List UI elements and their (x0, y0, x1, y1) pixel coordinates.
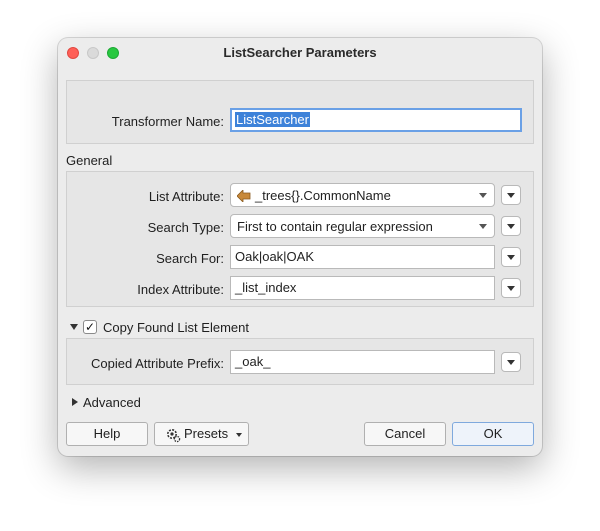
window-title: ListSearcher Parameters (223, 45, 377, 60)
copied-prefix-menu-button[interactable] (501, 352, 521, 372)
index-attribute-menu-button[interactable] (501, 278, 521, 298)
list-attribute-menu-button[interactable] (501, 185, 521, 205)
chevron-down-icon (507, 360, 515, 365)
list-attribute-label: List Attribute: (148, 189, 224, 204)
search-type-dropdown[interactable]: First to contain regular expression (230, 214, 495, 238)
chevron-down-icon (479, 224, 487, 229)
copy-found-checkbox[interactable]: ✓ (83, 320, 97, 334)
transformer-name-label: Transformer Name: (111, 114, 224, 129)
index-attribute-input[interactable]: _list_index (230, 276, 495, 300)
copy-found-label[interactable]: Copy Found List Element (103, 320, 249, 335)
presets-label: Presets (184, 426, 229, 441)
search-type-label: Search Type: (147, 220, 224, 235)
search-for-menu-button[interactable] (501, 247, 521, 267)
list-attribute-value: _trees{}.CommonName (255, 188, 391, 203)
list-attribute-dropdown[interactable]: _trees{}.CommonName (230, 183, 495, 207)
chevron-down-icon (507, 193, 515, 198)
general-section-label: General (66, 153, 113, 168)
search-for-input[interactable]: Oak|oak|OAK (230, 245, 495, 269)
attribute-arrow-icon (236, 189, 251, 205)
search-type-menu-button[interactable] (501, 216, 521, 236)
index-attribute-label: Index Attribute: (137, 282, 224, 297)
collapse-triangle-icon[interactable] (70, 324, 78, 330)
title-bar[interactable]: ListSearcher Parameters (58, 38, 542, 66)
search-for-label: Search For: (156, 251, 224, 266)
advanced-label[interactable]: Advanced (83, 395, 141, 410)
chevron-down-icon (236, 433, 242, 437)
chevron-down-icon (507, 255, 515, 260)
copied-prefix-input[interactable]: _oak_ (230, 350, 495, 374)
chevron-down-icon (507, 286, 515, 291)
help-button[interactable]: Help (66, 422, 148, 446)
expand-triangle-icon[interactable] (72, 398, 78, 406)
copied-prefix-label: Copied Attribute Prefix: (91, 356, 224, 371)
gear-icon (165, 427, 181, 450)
search-type-value: First to contain regular expression (237, 219, 433, 234)
transformer-name-input[interactable]: ListSearcher (230, 108, 522, 132)
chevron-down-icon (479, 193, 487, 198)
transformer-name-value: ListSearcher (235, 112, 310, 127)
cancel-button[interactable]: Cancel (364, 422, 446, 446)
dialog-window: ListSearcher Parameters Transformer Name… (58, 38, 542, 456)
ok-button[interactable]: OK (452, 422, 534, 446)
chevron-down-icon (507, 224, 515, 229)
presets-button[interactable]: Presets (154, 422, 249, 446)
